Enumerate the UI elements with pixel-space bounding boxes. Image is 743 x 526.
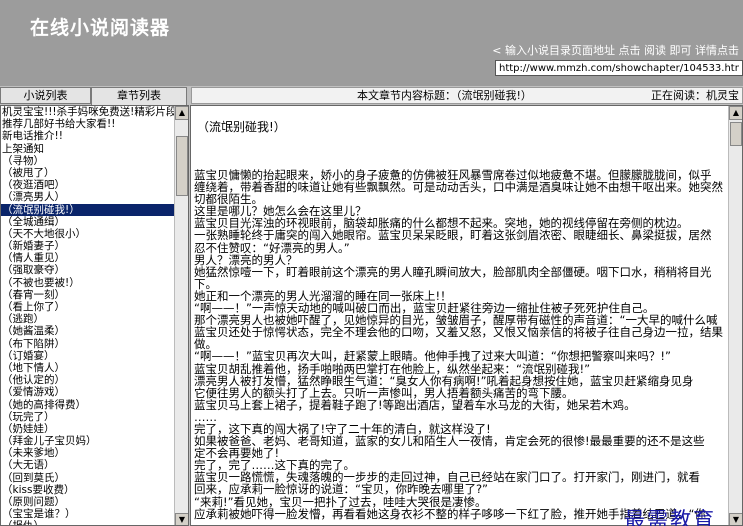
content-line: 下。	[194, 277, 217, 290]
chapter-item[interactable]: （情人重见）	[1, 252, 175, 264]
watermark: 最需教育	[624, 508, 716, 526]
sidebar: 机灵宝宝!!!杀手妈咪免费送!精彩片段 推荐几部好书给大家看!! 新电话推介!! 上架…	[0, 105, 189, 526]
chapter-item[interactable]: （逃跑）	[1, 313, 175, 325]
chapter-item[interactable]: （强取豪夺）	[1, 264, 175, 276]
chapter-item[interactable]: （报仇）	[1, 520, 175, 525]
content-line: 回来，应承莉一脸惊讶的说道：“宝贝，你昨晚去哪里了?”	[194, 483, 489, 496]
app-header: 在线小说阅读器 < 输入小说目录页面地址 点击 阅读 即可 详情点击	[0, 0, 743, 86]
chapter-item[interactable]: （寻物）	[1, 155, 175, 167]
app-title: 在线小说阅读器	[30, 17, 171, 39]
content-line: 蓝宝贝马上套上裙子，提着鞋子跑了!等跑出酒店，望着车水马龙的大街，她呆若木鸡。	[194, 398, 636, 411]
chapter-item[interactable]: （她酱温柔）	[1, 325, 175, 337]
content-line: 忍不住赞叹：“好漂亮的男人。”	[194, 241, 350, 254]
content-scrollbar[interactable]: ▲ ▼	[728, 106, 742, 525]
chapter-item[interactable]: （拜金儿子宝贝妈）	[1, 435, 175, 447]
url-hint: < 输入小说目录页面地址 点击 阅读 即可 详情点击	[492, 44, 739, 57]
content-line: 她正和一个漂亮的男人光溜溜的睡在同一张床上!！	[194, 289, 452, 303]
chapter-list[interactable]: 机灵宝宝!!!杀手妈咪免费送!精彩片段 推荐几部好书给大家看!! 新电话推介!! 上架…	[1, 106, 175, 525]
chapter-item[interactable]: （漂亮男人）	[1, 191, 175, 203]
chapter-item[interactable]: （流氓别碰我!）	[1, 203, 175, 216]
chapter-item[interactable]: （玩完了）	[1, 411, 175, 423]
content-line: 蓝宝贝还处于惊愕状态，完全不理会他的口吻，又羞又怒，又恨又恼亲信的将被子往自己身…	[194, 326, 723, 339]
content-line: 定不会再要她了!	[194, 447, 280, 460]
chapter-item[interactable]: （订婚宴）	[1, 350, 175, 362]
now-reading-text: 正在阅读：机灵宝	[651, 89, 739, 102]
chapter-title-text: 本文章节内容标题：（流氓别碰我!）	[357, 89, 532, 102]
chapter-item[interactable]: （看上你了）	[1, 301, 175, 313]
scroll-up-icon[interactable]: ▲	[729, 106, 742, 120]
content-line: 完了，这下真的闯大祸了!守了二十年的清白，就这样没了!	[194, 422, 491, 436]
chapter-item[interactable]: （kiss要收费）	[1, 484, 175, 496]
content-line: “啊——！”蓝宝贝再次大叫，赶紧蒙上眼睛。他伸手拽了过来大叫道：“你想把警察叫来…	[194, 350, 671, 363]
content-line: 做。	[194, 338, 217, 351]
chapter-item[interactable]: （地下情人）	[1, 362, 175, 374]
content-line: 如果被爸爸、老妈、老哥知道，蓝家的女儿和陌生人一夜情，肯定会死的很惨!最最重要的…	[194, 435, 705, 448]
content-line: 蓝宝贝慵懒的抬起眼来，娇小的身子疲惫的仿佛被狂风暴雪席卷过似地疲惫不堪。但朦朦胧…	[194, 169, 712, 182]
content-line: ……	[194, 410, 217, 423]
sidebar-scrollbar[interactable]: ▲ ▼	[174, 106, 188, 525]
content-line: 那个漂亮男人也被她吓醒了，见她惊异的目光，皱皱眉子，醒厚带有磁性的声音道：“一大…	[194, 314, 718, 327]
content-line: 蓝宝贝一路慌慌，失魂落魄的一步步的走回过神，自己已经站在家门口了。打开家门，刚进…	[194, 471, 700, 484]
content-line: 它便往男人的额头打了上去。只听一声惨叫，男人捂着额头痛苦的弯下腰。	[194, 386, 574, 399]
chapter-item[interactable]: （回到莫氏）	[1, 472, 175, 484]
chapter-item[interactable]: （奶娃娃）	[1, 423, 175, 435]
content-line: 一张熟睡轮终于庸突的闯入她眼帘。蓝宝贝呆呆眨眼，盯着这张剑眉浓密、眼睫细长、鼻梁…	[194, 229, 712, 242]
scroll-thumb[interactable]	[730, 122, 742, 146]
novel-list-button[interactable]: 小说列表	[0, 87, 91, 104]
chapter-item[interactable]: （布下陷阱）	[1, 338, 175, 350]
content-title: （流氓别碰我!）	[197, 120, 286, 134]
content-line: 这里是哪儿？她怎么会在这里儿？	[194, 205, 367, 218]
chapter-item[interactable]: （夜逛酒吧）	[1, 179, 175, 191]
chapter-item[interactable]: （全城通缉）	[1, 216, 175, 228]
chapter-item[interactable]: （天不大地很小）	[1, 228, 175, 240]
chapter-item[interactable]: （春宵一刻）	[1, 289, 175, 301]
content-line: 蓝宝贝胡乱推着他，扬手啪啪两巴掌打在他脸上，纵然坐起来：“流氓别碰我!”	[194, 362, 591, 375]
content-line: “啊——！”一声惊天动地的喊叫破口而出，蓝宝贝赶紧往旁边一缩扯住被子死死护住自己…	[194, 302, 655, 315]
chapter-item[interactable]: （不被也要被!）	[1, 277, 175, 289]
toolbar: 小说列表 章节列表 本文章节内容标题：（流氓别碰我!） 正在阅读：机灵宝	[0, 87, 743, 508]
chapter-item[interactable]: 上架通知	[1, 143, 175, 155]
content-line: 缠绕着，带着香甜的味道让她有些飘飘然。可是动动舌头，口中满是酒臭味让她不由想干呕…	[194, 181, 723, 194]
content-line: 她猛然惊噎一下，盯着眼前这个漂亮的男人瞳孔瞬间放大，脸部肌肉全部僵硬。咽下口水，…	[194, 265, 712, 278]
scroll-up-icon[interactable]: ▲	[175, 106, 188, 120]
chapter-item[interactable]: （被甩了）	[1, 167, 175, 179]
scroll-down-icon[interactable]: ▼	[729, 513, 742, 525]
content-line: 蓝宝贝目光浑浊的环视眼前，脑袋却胀痛的什么都想不起来。突地，她的视线停留在旁侧的…	[194, 217, 689, 230]
chapter-item[interactable]: （未来爹地）	[1, 447, 175, 459]
chapter-item[interactable]: （大无语）	[1, 459, 175, 471]
content-line: 完了，完了……这下真的完了。	[194, 459, 355, 472]
chapter-item[interactable]: 新电话推介!!	[1, 130, 175, 142]
scroll-down-icon[interactable]: ▼	[175, 513, 188, 525]
content-line: 男人？漂亮的男人？	[194, 253, 298, 266]
chapter-item[interactable]: 机灵宝宝!!!杀手妈咪免费送!精彩片段	[1, 106, 175, 118]
content-text: 蓝宝贝慵懒的抬起眼来，娇小的身子疲惫的仿佛被狂风暴雪席卷过似地疲惫不堪。但朦朦胧…	[194, 169, 734, 520]
chapter-title-bar: 本文章节内容标题：（流氓别碰我!） 正在阅读：机灵宝	[191, 87, 743, 104]
chapter-item[interactable]: 推荐几部好书给大家看!!	[1, 118, 175, 130]
content-line: 漂亮男人被打发懵，猛然睁眼生气道：“臭女人你有病啊!”吼着起身想按住她，蓝宝贝赶…	[194, 374, 694, 387]
chapter-content: （流氓别碰我!） 蓝宝贝慵懒的抬起眼来，娇小的身子疲惫的仿佛被狂风暴雪席卷过似地…	[190, 105, 743, 526]
chapter-item[interactable]: （原则问题）	[1, 496, 175, 508]
chapter-item[interactable]: （他认定的）	[1, 374, 175, 386]
chapter-item[interactable]: （新婚妻子）	[1, 240, 175, 252]
url-input[interactable]	[495, 60, 743, 76]
content-line: 切都很陌生。	[194, 193, 263, 206]
chapter-item[interactable]: （她的高排得费）	[1, 399, 175, 411]
chapter-item[interactable]: （爱情游戏）	[1, 386, 175, 398]
chapter-item[interactable]: （宝宝是谁？）	[1, 508, 175, 520]
scroll-thumb[interactable]	[176, 136, 188, 196]
